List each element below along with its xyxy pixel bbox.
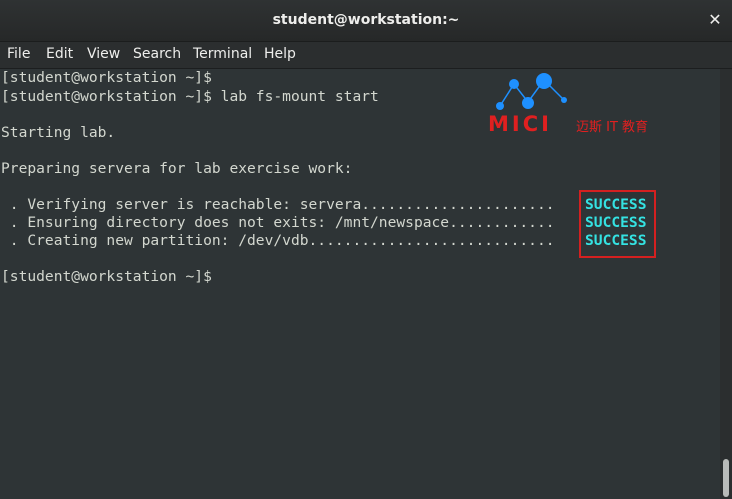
menu-edit[interactable]: Edit	[46, 46, 73, 62]
close-icon[interactable]: ✕	[706, 11, 724, 29]
logo-brand: MICI	[488, 112, 552, 136]
terminal-line: Starting lab.	[1, 124, 116, 141]
terminal-line: [student@workstation ~]$ lab fs-mount st…	[1, 88, 379, 105]
logo-dots-icon	[496, 73, 567, 110]
menu-search[interactable]: Search	[133, 46, 181, 62]
window-title: student@workstation:~	[272, 12, 460, 28]
terminal-line: . Creating new partition: /dev/vdb......…	[1, 232, 555, 249]
highlight-box	[579, 190, 656, 258]
logo-subtitle: 迈斯 IT 教育	[576, 120, 649, 135]
terminal-line: Preparing servera for lab exercise work:	[1, 160, 353, 177]
menu-view[interactable]: View	[87, 46, 120, 62]
scroll-thumb[interactable]	[723, 459, 729, 497]
terminal-line: . Verifying server is reachable: servera…	[1, 196, 555, 213]
terminal-window: student@workstation:~ ✕ File Edit View S…	[0, 0, 732, 499]
terminal-line: [student@workstation ~]$	[1, 268, 212, 285]
mici-logo: MICI 迈斯 IT 教育	[486, 72, 666, 136]
scrollbar[interactable]	[720, 69, 732, 499]
terminal-line: [student@workstation ~]$	[1, 69, 212, 86]
terminal-line: . Ensuring directory does not exits: /mn…	[1, 214, 555, 231]
menu-bar: File Edit View Search Terminal Help	[0, 42, 732, 69]
menu-terminal[interactable]: Terminal	[193, 46, 252, 62]
menu-file[interactable]: File	[7, 46, 30, 62]
menu-help[interactable]: Help	[264, 46, 296, 62]
title-bar[interactable]: student@workstation:~ ✕	[0, 0, 732, 42]
